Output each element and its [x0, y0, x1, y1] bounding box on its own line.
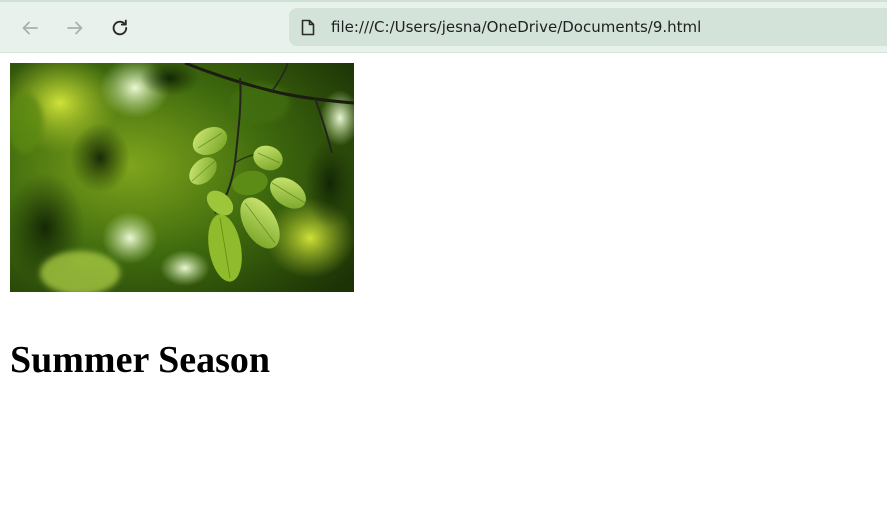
forward-arrow-icon	[67, 21, 83, 35]
browser-toolbar: file:///C:/Users/jesna/OneDrive/Document…	[0, 0, 887, 53]
leaf-photo	[10, 63, 354, 292]
page-heading: Summer Season	[10, 339, 271, 381]
file-page-icon	[301, 19, 315, 36]
forward-button[interactable]	[60, 13, 90, 43]
back-arrow-icon	[22, 21, 38, 35]
page-content: Summer Season	[0, 53, 887, 507]
reload-icon	[112, 19, 128, 36]
url-text[interactable]: file:///C:/Users/jesna/OneDrive/Document…	[331, 18, 701, 36]
back-button[interactable]	[15, 13, 45, 43]
reload-button[interactable]	[105, 13, 135, 43]
address-bar[interactable]: file:///C:/Users/jesna/OneDrive/Document…	[289, 8, 887, 46]
